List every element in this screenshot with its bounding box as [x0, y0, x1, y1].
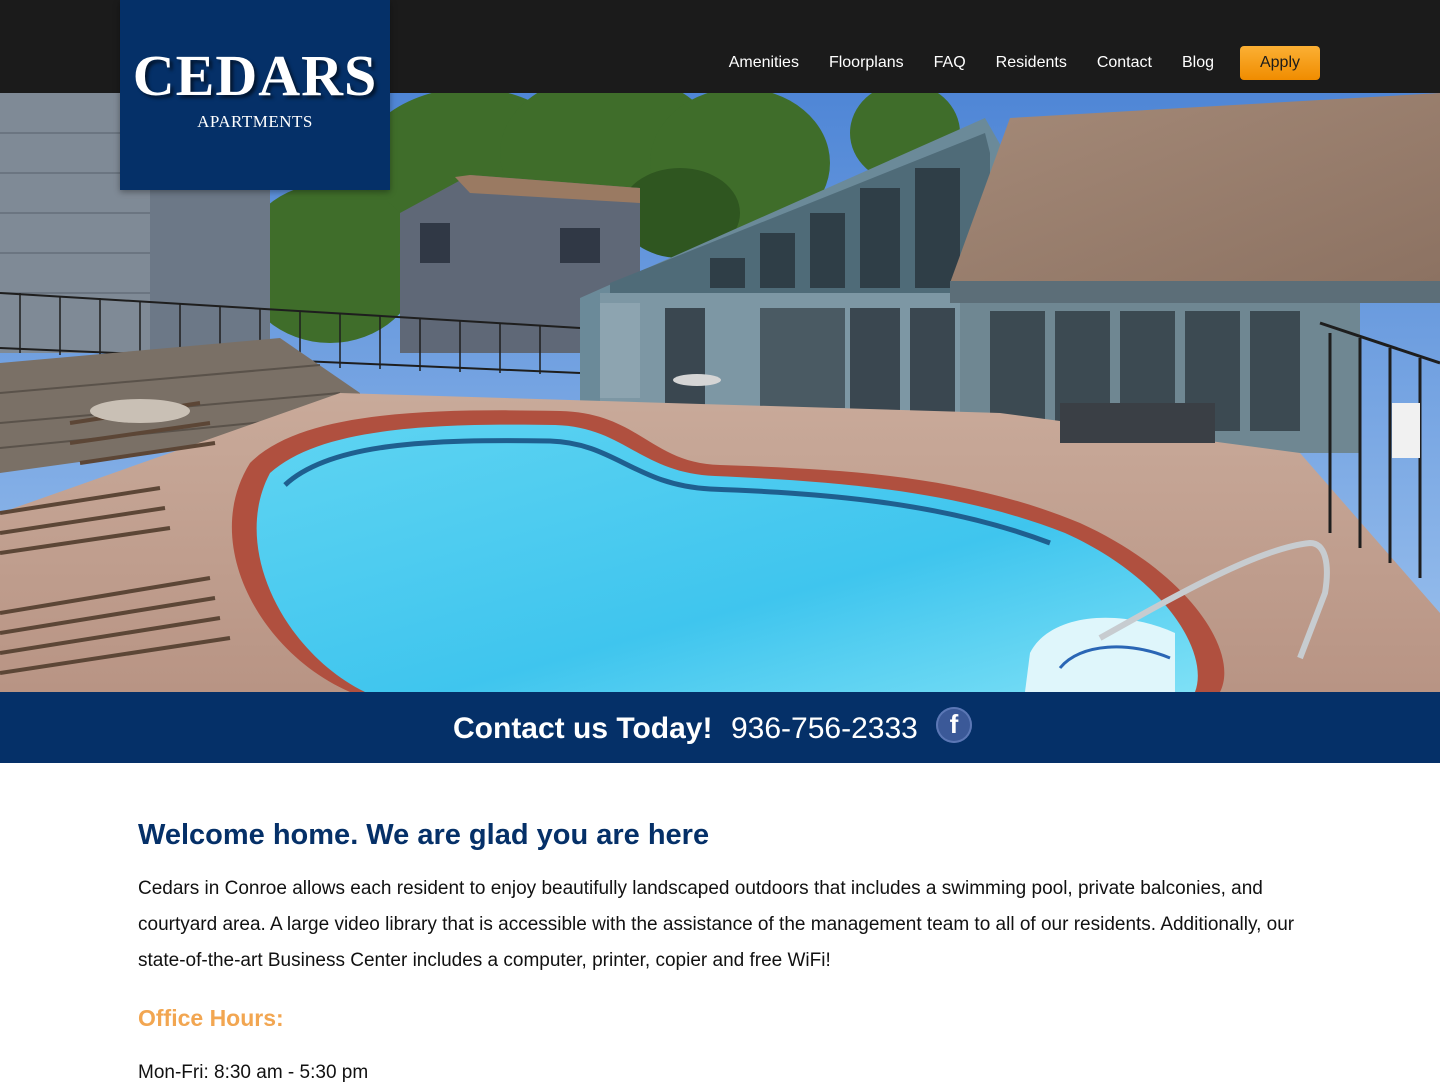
- nav-blog[interactable]: Blog: [1182, 46, 1214, 80]
- office-hours-line: Mon-Fri: 8:30 am - 5:30 pm: [138, 1062, 369, 1083]
- nav-amenities[interactable]: Amenities: [729, 46, 799, 80]
- facebook-letter: f: [949, 709, 959, 739]
- office-hours-heading: Office Hours:: [138, 1005, 284, 1031]
- nav-floorplans[interactable]: Floorplans: [829, 46, 904, 80]
- nav-residents[interactable]: Residents: [996, 46, 1067, 80]
- intro-paragraph: Cedars in Conroe allows each resident to…: [138, 878, 1295, 971]
- contact-cta-text: Contact us Today!: [453, 712, 713, 745]
- contact-phone-link[interactable]: 936-756-2333: [731, 712, 918, 746]
- logo-subtitle: APARTMENTS: [197, 112, 313, 131]
- site-logo[interactable]: CEDARS APARTMENTS: [120, 0, 390, 190]
- facebook-icon[interactable]: f: [936, 707, 972, 743]
- logo-title: CEDARS: [132, 43, 378, 108]
- apply-button[interactable]: Apply: [1240, 46, 1320, 80]
- welcome-heading: Welcome home. We are glad you are here: [138, 819, 710, 851]
- nav-faq[interactable]: FAQ: [934, 46, 966, 80]
- main-nav: Amenities Floorplans FAQ Residents Conta…: [729, 46, 1320, 80]
- nav-contact[interactable]: Contact: [1097, 46, 1152, 80]
- contact-band: [0, 692, 1440, 763]
